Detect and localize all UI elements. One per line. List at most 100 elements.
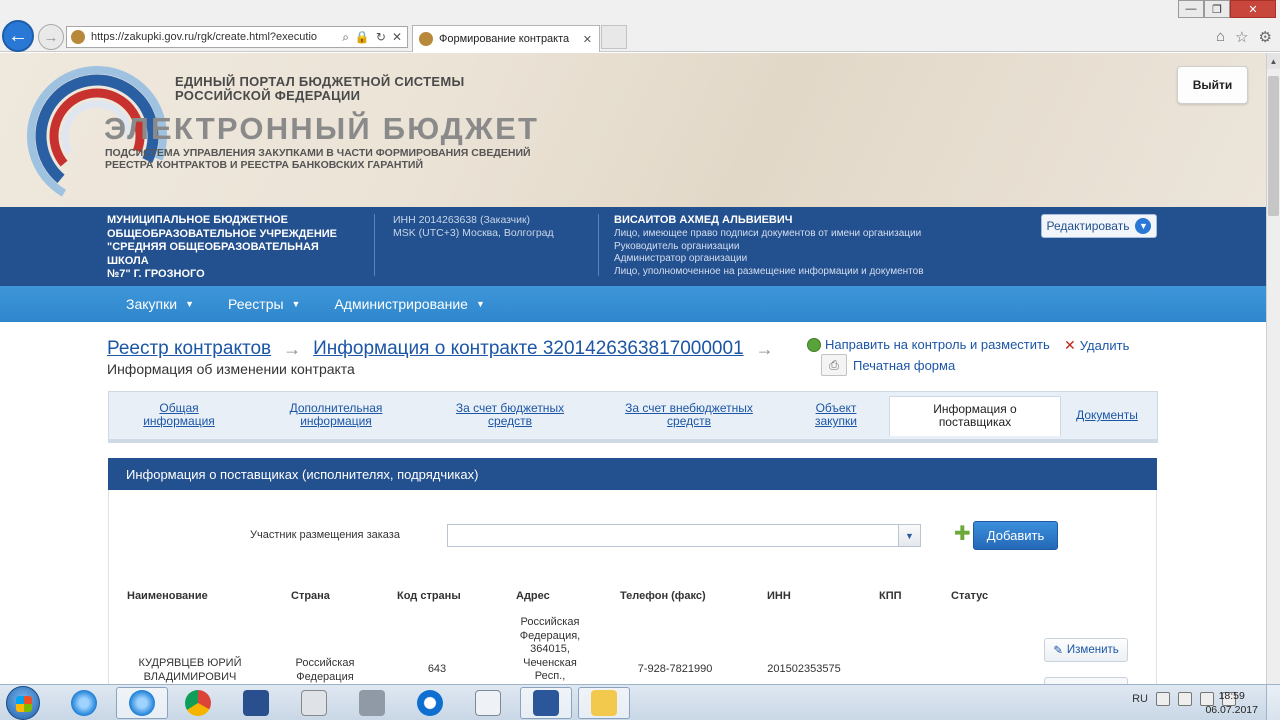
close-window-button[interactable]: ✕ bbox=[1230, 0, 1276, 18]
taskbar-explorer[interactable] bbox=[578, 687, 630, 719]
taskbar-teamviewer[interactable] bbox=[404, 687, 456, 719]
folder-icon bbox=[591, 690, 617, 716]
add-supplier-button[interactable]: Добавить bbox=[973, 521, 1058, 550]
tab-extrabudget-funds[interactable]: За счет внебюджетных средств bbox=[619, 402, 759, 428]
arrow-right-icon: → bbox=[283, 338, 302, 359]
column-header-inn: ИНН bbox=[767, 590, 791, 602]
tab-close-icon[interactable]: ✕ bbox=[576, 33, 599, 46]
tab-purchase-object[interactable]: Объект закупки bbox=[809, 402, 863, 428]
column-header-country: Страна bbox=[291, 590, 330, 602]
language-indicator[interactable]: RU bbox=[1132, 693, 1148, 705]
portal-title: ЭЛЕКТРОННЫЙ БЮДЖЕТ bbox=[104, 111, 540, 146]
floppy-icon bbox=[243, 690, 269, 716]
breadcrumb: Реестр контрактов → Информация о контрак… bbox=[107, 338, 774, 360]
arrow-left-icon: ← bbox=[8, 24, 28, 47]
tab-budget-funds[interactable]: За счет бюджетных средств bbox=[451, 402, 569, 428]
forward-button[interactable]: → bbox=[38, 24, 64, 50]
edit-profile-button[interactable]: Редактировать ▼ bbox=[1041, 214, 1157, 238]
home-icon[interactable]: ⌂ bbox=[1216, 28, 1225, 46]
taskbar-notepad[interactable] bbox=[462, 687, 514, 719]
restore-button[interactable]: ❐ bbox=[1204, 0, 1230, 18]
address-url: https://zakupki.gov.ru/rgk/create.html?e… bbox=[91, 31, 318, 43]
windows-taskbar: RU 18:59 06.07.2017 bbox=[0, 684, 1280, 720]
print-form-button[interactable]: ⎙ Печатная форма bbox=[821, 354, 955, 376]
chevron-down-icon[interactable]: ▼ bbox=[898, 525, 920, 546]
logout-button[interactable]: Выйти bbox=[1177, 66, 1248, 104]
cell-phone: 7-928-7821990 bbox=[637, 663, 713, 675]
page-subtitle: Информация об изменении контракта bbox=[107, 361, 355, 377]
cell-inn: 201502353575 bbox=[767, 663, 841, 675]
chevron-down-icon: ▼ bbox=[475, 299, 485, 309]
tab-additional-info[interactable]: Дополнительная информация bbox=[284, 402, 388, 428]
main-menu: Закупки ▼ Реестры ▼ Администрирование ▼ bbox=[0, 286, 1266, 322]
browser-toolbar-icons: ⌂ ☆ ⚙ bbox=[1216, 28, 1272, 46]
refresh-icon[interactable]: ↻ bbox=[376, 30, 386, 45]
word-icon bbox=[533, 690, 559, 716]
divider bbox=[374, 214, 375, 276]
column-header-name: Наименование bbox=[127, 590, 208, 602]
scroll-up-button[interactable]: ▲ bbox=[1267, 53, 1280, 69]
column-header-address: Адрес bbox=[516, 590, 550, 602]
taskbar-ie-active[interactable] bbox=[116, 687, 168, 719]
chevron-down-icon: ▼ bbox=[291, 299, 301, 309]
cell-country: Российская Федерация bbox=[295, 657, 355, 683]
taskbar-save[interactable] bbox=[230, 687, 282, 719]
close-icon: ✕ bbox=[1064, 337, 1076, 353]
taskbar-word[interactable] bbox=[520, 687, 572, 719]
keyboard-icon[interactable] bbox=[1156, 692, 1170, 706]
tab-title: Формирование контракта bbox=[439, 33, 570, 45]
taskbar-scanner[interactable] bbox=[346, 687, 398, 719]
scrollbar-thumb[interactable] bbox=[1268, 76, 1279, 216]
chrome-icon bbox=[185, 690, 211, 716]
printer-icon: ⎙ bbox=[821, 354, 847, 376]
menu-item-purchases[interactable]: Закупки ▼ bbox=[126, 296, 194, 312]
show-desktop-button[interactable] bbox=[1266, 685, 1280, 720]
user-roles: Лицо, имеющее право подписи документов о… bbox=[614, 228, 924, 277]
delete-button[interactable]: ✕ Удалить bbox=[1064, 337, 1129, 354]
menu-item-registries[interactable]: Реестры ▼ bbox=[228, 296, 300, 312]
browser-tab-active[interactable]: Формирование контракта ✕ bbox=[412, 25, 600, 52]
section-title: Информация о поставщиках (исполнителях, … bbox=[108, 458, 1157, 490]
portal-subtitle: ПОДСИСТЕМА УПРАВЛЕНИЯ ЗАКУПКАМИ В ЧАСТИ … bbox=[105, 147, 531, 171]
edit-row-button[interactable]: ✎ Изменить bbox=[1044, 638, 1128, 662]
cell-name: КУДРЯВЦЕВ ЮРИЙ ВЛАДИМИРОВИЧ bbox=[138, 657, 242, 683]
breadcrumb-contracts-registry[interactable]: Реестр контрактов bbox=[107, 338, 271, 360]
browser-chrome: ← → https://zakupki.gov.ru/rgk/create.ht… bbox=[0, 0, 1280, 52]
window-controls: — ❐ ✕ bbox=[1178, 0, 1276, 18]
tab-documents[interactable]: Документы bbox=[1073, 409, 1141, 422]
back-button[interactable]: ← bbox=[2, 20, 34, 52]
taskbar-calculator[interactable] bbox=[288, 687, 340, 719]
pencil-icon: ✎ bbox=[1053, 645, 1063, 657]
search-icon[interactable]: ⌕ bbox=[342, 30, 349, 45]
tab-favicon-icon bbox=[419, 32, 433, 46]
tab-general-info[interactable]: Общая информация bbox=[143, 402, 215, 428]
column-header-kpp: КПП bbox=[879, 590, 902, 602]
chevron-down-icon: ▼ bbox=[185, 299, 194, 309]
scanner-icon bbox=[359, 690, 385, 716]
organization-name: МУНИЦИПАЛЬНОЕ БЮДЖЕТНОЕ ОБЩЕОБРАЗОВАТЕЛЬ… bbox=[107, 214, 338, 280]
system-clock[interactable]: 18:59 06.07.2017 bbox=[1205, 689, 1258, 717]
taskbar-chrome[interactable] bbox=[172, 687, 224, 719]
portal-heading: ЕДИНЫЙ ПОРТАЛ БЮДЖЕТНОЙ СИСТЕМЫ РОССИЙСК… bbox=[175, 74, 465, 103]
new-tab-button[interactable] bbox=[601, 25, 627, 49]
column-header-phone: Телефон (факс) bbox=[620, 590, 706, 602]
start-button[interactable] bbox=[6, 686, 40, 720]
arrow-right-icon: → bbox=[43, 28, 59, 46]
taskbar-ie[interactable] bbox=[58, 687, 110, 719]
breadcrumb-contract-info[interactable]: Информация о контракте 32014263638170000… bbox=[313, 338, 744, 360]
organization-bar: МУНИЦИПАЛЬНОЕ БЮДЖЕТНОЕ ОБЩЕОБРАЗОВАТЕЛЬ… bbox=[0, 207, 1266, 286]
stop-icon[interactable]: ✕ bbox=[392, 30, 402, 45]
menu-item-administration[interactable]: Администрирование ▼ bbox=[334, 296, 484, 312]
send-to-control-button[interactable]: Направить на контроль и разместить bbox=[807, 337, 1050, 352]
network-icon[interactable] bbox=[1178, 692, 1192, 706]
tab-supplier-info[interactable]: Информация о поставщиках bbox=[889, 396, 1061, 436]
gear-icon[interactable]: ⚙ bbox=[1259, 28, 1272, 46]
windows-logo-icon bbox=[16, 696, 32, 712]
lock-icon[interactable]: 🔒 bbox=[355, 30, 370, 45]
address-bar[interactable]: https://zakupki.gov.ru/rgk/create.html?e… bbox=[66, 26, 408, 48]
participant-select[interactable]: ▼ bbox=[447, 524, 921, 547]
divider bbox=[598, 214, 599, 276]
minimize-button[interactable]: — bbox=[1178, 0, 1204, 18]
organization-inn: ИНН 2014263638 (Заказчик) MSK (UTC+3) Мо… bbox=[393, 214, 554, 239]
star-icon[interactable]: ☆ bbox=[1235, 28, 1248, 46]
